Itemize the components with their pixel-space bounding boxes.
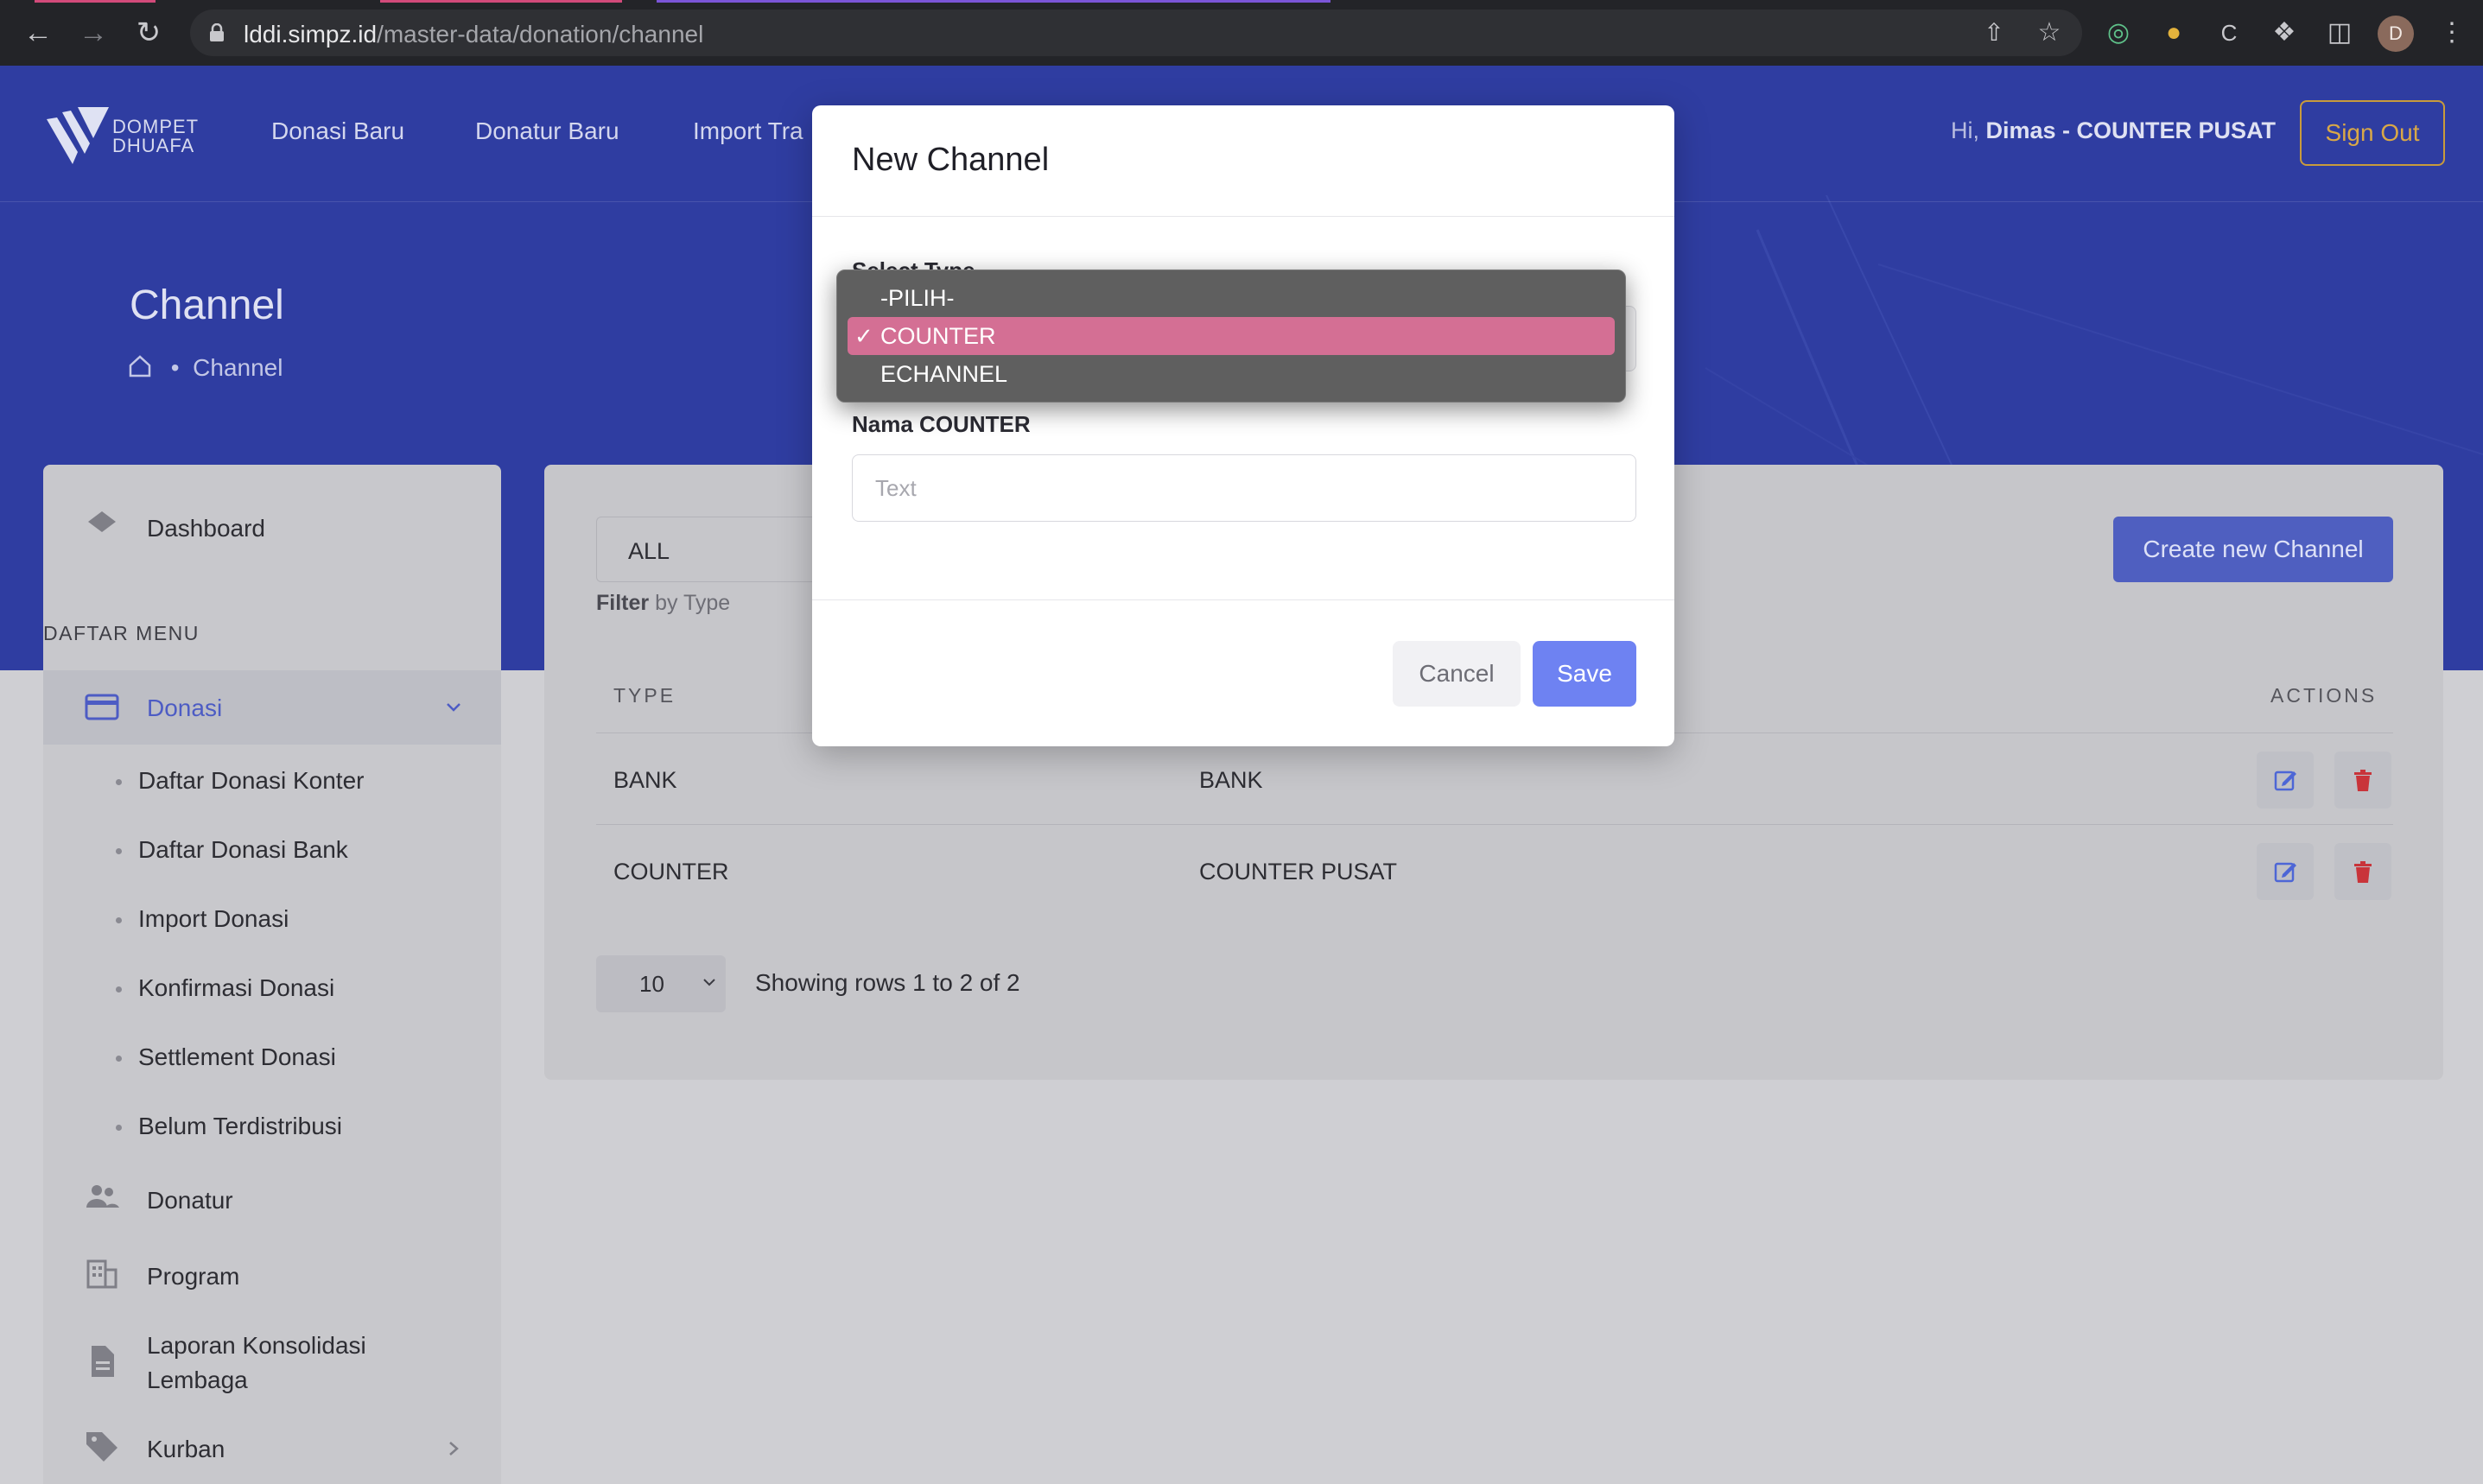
checkmark-icon: ✓ (854, 323, 873, 349)
type-filter-select[interactable]: ALL (596, 517, 838, 582)
sidebar-item-laporan-konsolidasi[interactable]: Laporan Konsolidasi Lembaga (43, 1325, 501, 1398)
sidebar-item-kurban[interactable]: Kurban (43, 1427, 501, 1468)
page-size-select[interactable]: 10 (596, 955, 726, 1012)
cancel-button[interactable]: Cancel (1393, 641, 1521, 707)
sidebar-item-label: Dashboard (147, 515, 265, 542)
modal-divider (812, 599, 1674, 600)
page-title: Channel (130, 282, 284, 328)
sidebar-subitem-daftar-donasi-bank[interactable]: Daftar Donasi Bank (116, 836, 348, 864)
lock-icon (210, 23, 224, 41)
sidebar-subitem-belum-terdistribusi[interactable]: Belum Terdistribusi (115, 1113, 342, 1140)
nav-donasi-baru[interactable]: Donasi Baru (271, 117, 404, 145)
sidebar-item-dashboard[interactable]: Dashboard (43, 506, 501, 548)
breadcrumb-separator: • (170, 354, 180, 381)
nama-counter-input[interactable] (852, 454, 1636, 522)
tab-indicator (380, 0, 622, 3)
forward-icon[interactable]: → (76, 16, 111, 50)
chevron-down-icon (447, 703, 460, 712)
sidebar-subitem-settlement-donasi[interactable]: Settlement Donasi (116, 1043, 336, 1071)
save-button[interactable]: Save (1533, 641, 1636, 707)
edit-icon (2274, 771, 2296, 791)
option-pilih[interactable]: -PILIH- (848, 279, 1615, 317)
url-text: lddi.simpz.id/master-data/donation/chann… (244, 21, 704, 48)
create-channel-button[interactable]: Create new Channel (2113, 517, 2393, 582)
chevron-right-icon (449, 1442, 459, 1455)
layers-icon (88, 511, 116, 532)
sidebar-item-donasi-content[interactable]: Donasi (43, 688, 501, 729)
logo-mark-icon (47, 107, 109, 164)
sidebar-section-label: DAFTAR MENU (43, 622, 200, 644)
option-counter[interactable]: ✓ COUNTER (848, 317, 1615, 355)
reload-icon[interactable]: ↻ (131, 16, 166, 50)
profile-avatar[interactable]: D (2378, 16, 2414, 52)
sidebar-subitem-daftar-donasi-konter[interactable]: Daftar Donasi Konter (115, 767, 364, 795)
nav-donatur-baru[interactable]: Donatur Baru (475, 117, 619, 145)
edit-button[interactable] (2257, 752, 2314, 809)
new-channel-modal: New Channel Select Type Nama COUNTER Can… (812, 105, 1674, 746)
sidebar-item-donatur[interactable]: Donatur (43, 1178, 501, 1220)
cell-type: BANK (613, 767, 677, 793)
sidebar-item-label: Kurban (147, 1436, 225, 1462)
trash-icon (2354, 770, 2372, 791)
extension-target-icon[interactable]: ◎ (2101, 16, 2136, 50)
sidebar-subitem-konfirmasi-donasi[interactable]: Konfirmasi Donasi (115, 974, 334, 1002)
sidepanel-icon[interactable]: ◫ (2322, 16, 2357, 50)
sign-out-button[interactable]: Sign Out (2300, 100, 2445, 166)
option-echannel[interactable]: ECHANNEL (848, 355, 1615, 393)
cell-type: COUNTER (613, 859, 729, 885)
browser-toolbar: ← → ↻ lddi.simpz.id/master-data/donation… (0, 0, 2483, 66)
pagination-summary: Showing rows 1 to 2 of 2 (755, 969, 1020, 996)
edit-button[interactable] (2257, 843, 2314, 900)
nav-import-transaksi[interactable]: Import Tra (693, 117, 803, 145)
sidebar-item-label: Laporan Konsolidasi Lembaga (147, 1332, 366, 1393)
chevron-down-icon (703, 979, 715, 986)
star-icon[interactable]: ☆ (2032, 16, 2067, 50)
nama-counter-label: Nama COUNTER (852, 411, 1031, 437)
building-icon (86, 1259, 117, 1289)
document-icon (92, 1346, 114, 1377)
logo-text: DOMPET DHUAFA (112, 116, 200, 156)
modal-title: New Channel (852, 142, 1050, 178)
user-greeting: Hi, Dimas - COUNTER PUSAT (1951, 117, 2277, 143)
dompet-dhuafa-logo[interactable]: DOMPET DHUAFA (43, 104, 207, 169)
tab-indicator (657, 0, 1330, 3)
column-header-type: TYPE (613, 684, 676, 707)
edit-icon (2274, 862, 2296, 883)
cell-name: COUNTER PUSAT (1199, 859, 1398, 885)
cell-name: BANK (1199, 767, 1263, 793)
breadcrumb: • Channel (128, 354, 283, 382)
modal-divider (812, 216, 1674, 217)
trash-icon (2354, 861, 2372, 883)
table-divider (596, 824, 2393, 825)
home-icon[interactable] (128, 354, 152, 378)
column-header-actions: ACTIONS (2270, 684, 2378, 707)
sidebar-item-label: Donatur (147, 1187, 233, 1214)
sidebar-item-program[interactable]: Program (43, 1254, 501, 1296)
sidebar-subitem-import-donasi[interactable]: Import Donasi (115, 905, 289, 933)
tab-indicator (35, 0, 156, 3)
filter-value: ALL (628, 538, 670, 564)
back-icon[interactable]: ← (21, 16, 55, 50)
credit-card-icon (85, 694, 119, 720)
select-type-options-popup: -PILIH- ✓ COUNTER ECHANNEL (836, 270, 1626, 403)
delete-button[interactable] (2334, 843, 2391, 900)
puzzle-icon[interactable]: ❖ (2267, 16, 2302, 50)
breadcrumb-current: Channel (193, 354, 283, 381)
sidebar-item-label: Program (147, 1263, 240, 1290)
delete-button[interactable] (2334, 752, 2391, 809)
extension-c-icon[interactable]: C (2212, 16, 2246, 50)
filter-hint: Filter by Type (596, 591, 731, 615)
page-size-value: 10 (639, 971, 664, 997)
sidebar-item-label: Donasi (147, 694, 223, 721)
tag-icon (86, 1432, 117, 1462)
share-icon[interactable]: ⇧ (1977, 16, 2011, 50)
address-bar[interactable]: lddi.simpz.id/master-data/donation/chann… (190, 10, 2082, 56)
menu-kebab-icon[interactable]: ⋮ (2435, 16, 2469, 50)
extension-color-icon[interactable]: ● (2156, 16, 2191, 50)
users-icon (86, 1185, 119, 1208)
